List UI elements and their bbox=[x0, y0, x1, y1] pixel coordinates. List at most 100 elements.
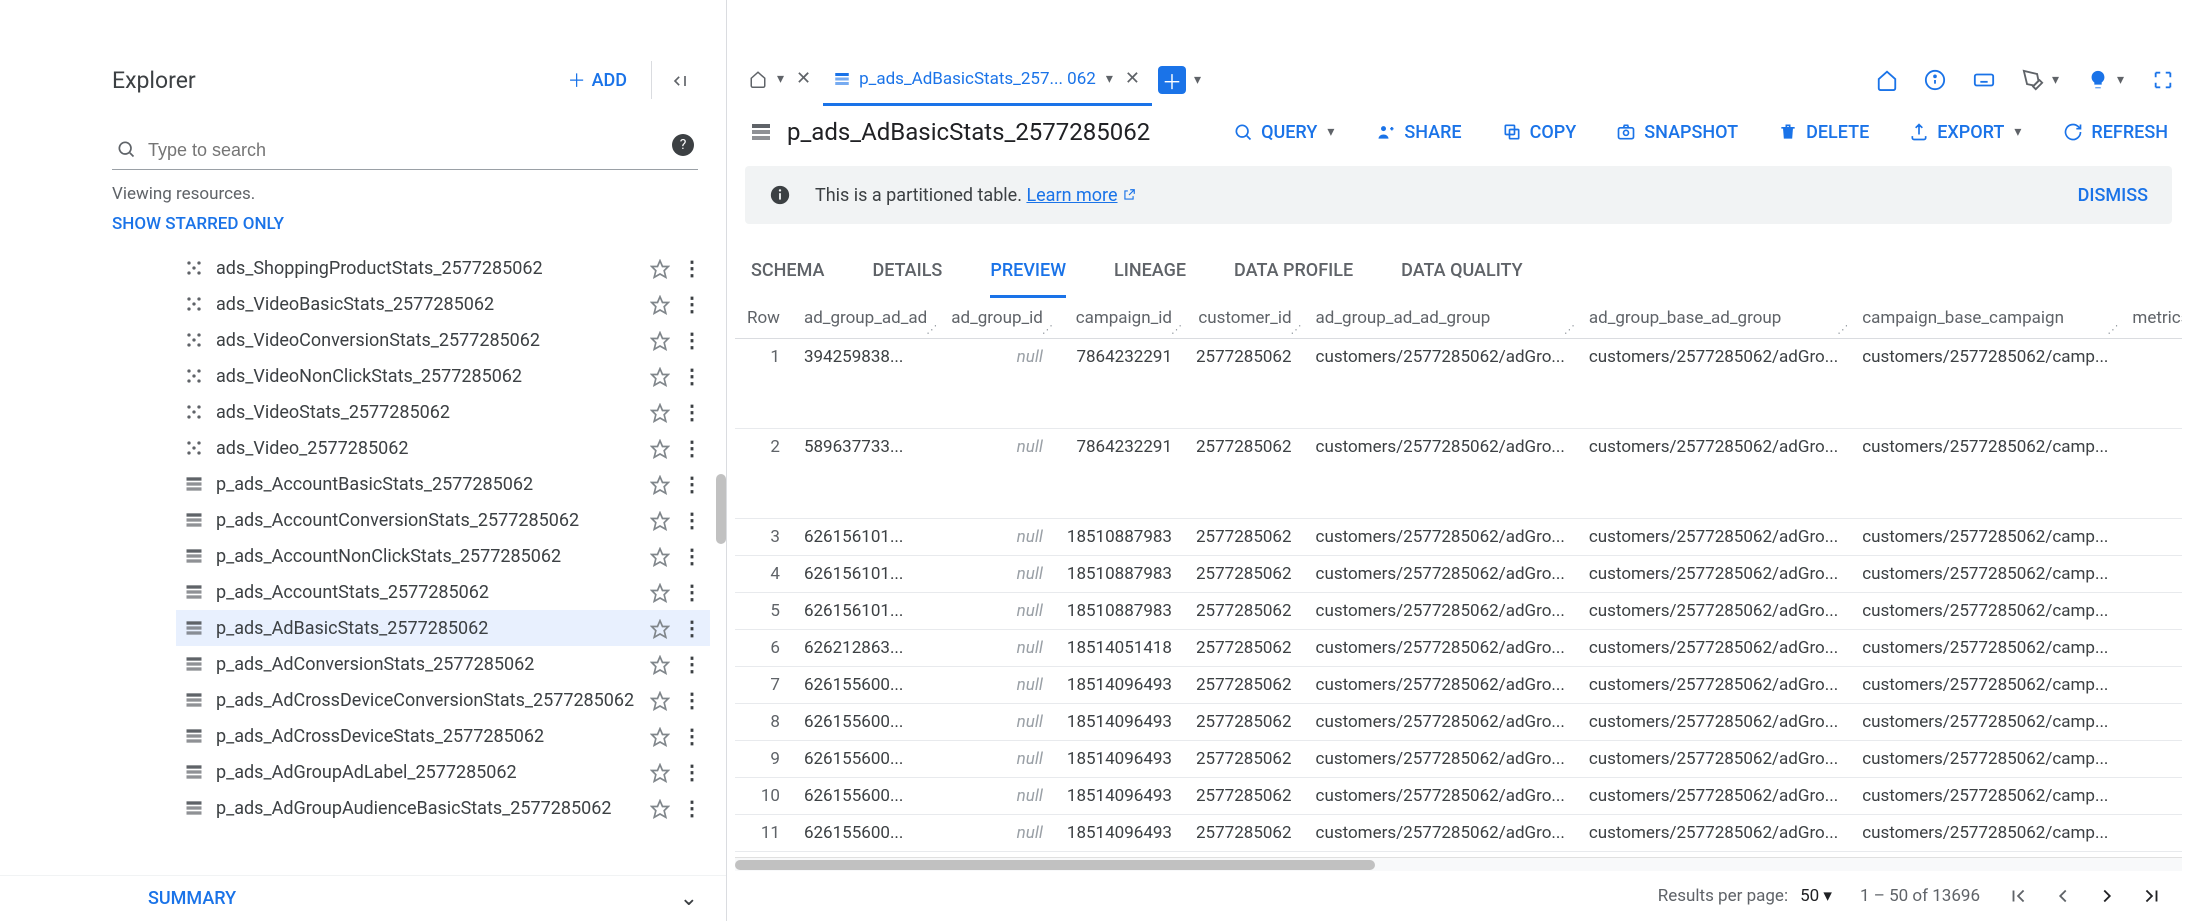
column-header[interactable]: ad_group_ad_ad_group⋰ bbox=[1304, 298, 1577, 339]
next-page-button[interactable] bbox=[2096, 885, 2118, 907]
fullscreen-icon[interactable] bbox=[2148, 65, 2178, 95]
refresh-button[interactable]: REFRESH bbox=[2063, 122, 2168, 143]
more-icon[interactable]: ⋮ bbox=[674, 324, 710, 356]
more-icon[interactable]: ⋮ bbox=[674, 432, 710, 464]
summary-toggle[interactable]: SUMMARY ⌄ bbox=[0, 875, 726, 921]
home-shortcut-icon[interactable] bbox=[1872, 65, 1902, 95]
rpp-select[interactable]: 50 ▾ bbox=[1800, 886, 1832, 906]
tab-preview[interactable]: PREVIEW bbox=[990, 260, 1066, 298]
star-icon[interactable] bbox=[646, 793, 674, 822]
more-icon[interactable]: ⋮ bbox=[674, 648, 710, 680]
star-icon[interactable] bbox=[646, 469, 674, 498]
more-icon[interactable]: ⋮ bbox=[674, 252, 710, 284]
column-header[interactable]: Row bbox=[735, 298, 792, 339]
star-icon[interactable] bbox=[646, 397, 674, 426]
sidebar-item[interactable]: p_ads_AccountConversionStats_2577285062⋮ bbox=[176, 502, 710, 538]
table-row[interactable]: 6626212863...null185140514182577285062cu… bbox=[735, 630, 2182, 667]
star-icon[interactable] bbox=[646, 289, 674, 318]
sidebar-item[interactable]: p_ads_AccountStats_2577285062⋮ bbox=[176, 574, 710, 610]
collapse-panel-button[interactable] bbox=[651, 61, 698, 98]
close-tab-icon[interactable]: ✕ bbox=[1123, 68, 1142, 89]
sidebar-item[interactable]: p_ads_AdGroupAdLabel_2577285062⋮ bbox=[176, 754, 710, 790]
table-row[interactable]: 10626155600...null185140964932577285062c… bbox=[735, 778, 2182, 815]
sidebar-item[interactable]: p_ads_AccountBasicStats_2577285062⋮ bbox=[176, 466, 710, 502]
sidebar-item[interactable]: p_ads_AdCrossDeviceConversionStats_25772… bbox=[176, 682, 710, 718]
caret-down-icon[interactable]: ▾ bbox=[1104, 71, 1115, 87]
table-row[interactable]: 1394259838...null78642322912577285062cus… bbox=[735, 339, 2182, 429]
add-button[interactable]: ＋ ADD bbox=[556, 59, 639, 101]
more-icon[interactable]: ⋮ bbox=[674, 288, 710, 320]
column-header[interactable]: ad_group_id⋰ bbox=[939, 298, 1055, 339]
more-icon[interactable]: ⋮ bbox=[674, 540, 710, 572]
sidebar-item[interactable]: ads_VideoConversionStats_2577285062⋮ bbox=[176, 322, 710, 358]
tab-current-table[interactable]: p_ads_AdBasicStats_257... 062 ▾ ✕ bbox=[823, 54, 1152, 106]
table-row[interactable]: 4626156101...null185108879832577285062cu… bbox=[735, 556, 2182, 593]
scrollbar-thumb[interactable] bbox=[735, 860, 1375, 870]
info-icon[interactable] bbox=[1920, 65, 1950, 95]
scrollbar-thumb[interactable] bbox=[716, 474, 726, 544]
more-icon[interactable]: ⋮ bbox=[674, 756, 710, 788]
resource-tree[interactable]: ads_ShoppingProductStats_2577285062⋮ads_… bbox=[0, 250, 726, 875]
delete-button[interactable]: DELETE bbox=[1778, 122, 1869, 143]
table-row[interactable]: 3626156101...null185108879832577285062cu… bbox=[735, 519, 2182, 556]
more-icon[interactable]: ⋮ bbox=[674, 576, 710, 608]
sidebar-item[interactable]: ads_VideoStats_2577285062⋮ bbox=[176, 394, 710, 430]
tab-home[interactable]: ▾ ✕ bbox=[739, 54, 823, 106]
keyboard-icon[interactable] bbox=[1968, 65, 2000, 95]
column-header[interactable]: customer_id⋰ bbox=[1184, 298, 1304, 339]
column-header[interactable]: metrics_cl⋰ bbox=[2120, 298, 2182, 339]
sidebar-item[interactable]: p_ads_AccountNonClickStats_2577285062⋮ bbox=[176, 538, 710, 574]
star-icon[interactable] bbox=[646, 721, 674, 750]
copy-button[interactable]: COPY bbox=[1502, 122, 1577, 143]
snapshot-button[interactable]: SNAPSHOT bbox=[1616, 122, 1738, 143]
star-icon[interactable] bbox=[646, 433, 674, 462]
more-icon[interactable]: ⋮ bbox=[674, 612, 710, 644]
star-icon[interactable] bbox=[646, 577, 674, 606]
table-row[interactable]: 2589637733...null78642322912577285062cus… bbox=[735, 429, 2182, 519]
new-tab-button[interactable]: ＋ bbox=[1158, 66, 1186, 94]
table-row[interactable]: 11626155600...null185140964932577285062c… bbox=[735, 815, 2182, 852]
star-icon[interactable] bbox=[646, 613, 674, 642]
close-tab-icon[interactable]: ✕ bbox=[794, 68, 813, 89]
sidebar-item[interactable]: p_ads_AdGroupAudienceBasicStats_25772850… bbox=[176, 790, 710, 826]
prev-page-button[interactable] bbox=[2052, 885, 2074, 907]
tab-data-profile[interactable]: DATA PROFILE bbox=[1234, 260, 1353, 298]
search-input[interactable] bbox=[112, 132, 698, 170]
horizontal-scrollbar[interactable] bbox=[735, 857, 2182, 871]
column-header[interactable]: ad_group_ad_ad⋰ bbox=[792, 298, 939, 339]
export-button[interactable]: EXPORT▾ bbox=[1909, 122, 2023, 143]
more-icon[interactable]: ⋮ bbox=[674, 792, 710, 824]
sidebar-item[interactable]: ads_ShoppingProductStats_2577285062⋮ bbox=[176, 250, 710, 286]
sidebar-item[interactable]: ads_VideoNonClickStats_2577285062⋮ bbox=[176, 358, 710, 394]
more-icon[interactable]: ⋮ bbox=[674, 720, 710, 752]
more-icon[interactable]: ⋮ bbox=[674, 360, 710, 392]
sidebar-item[interactable]: p_ads_AdConversionStats_2577285062⋮ bbox=[176, 646, 710, 682]
last-page-button[interactable] bbox=[2140, 885, 2162, 907]
tab-schema[interactable]: SCHEMA bbox=[751, 260, 824, 298]
more-icon[interactable]: ⋮ bbox=[674, 504, 710, 536]
sidebar-item[interactable]: p_ads_AdBasicStats_2577285062⋮ bbox=[176, 610, 710, 646]
table-row[interactable]: 9626155600...null185140964932577285062cu… bbox=[735, 741, 2182, 778]
star-icon[interactable] bbox=[646, 325, 674, 354]
table-row[interactable]: 8626155600...null185140964932577285062cu… bbox=[735, 704, 2182, 741]
idea-icon[interactable]: ▾ bbox=[2083, 65, 2130, 95]
star-icon[interactable] bbox=[646, 361, 674, 390]
share-button[interactable]: SHARE bbox=[1376, 122, 1461, 143]
show-starred-button[interactable]: SHOW STARRED ONLY bbox=[112, 214, 726, 234]
help-icon[interactable]: ? bbox=[672, 134, 694, 156]
preview-table[interactable]: Rowad_group_ad_ad⋰ad_group_id⋰campaign_i… bbox=[735, 298, 2182, 852]
table-row[interactable]: 7626155600...null185140964932577285062cu… bbox=[735, 667, 2182, 704]
query-button[interactable]: QUERY▾ bbox=[1233, 122, 1336, 143]
first-page-button[interactable] bbox=[2008, 885, 2030, 907]
star-icon[interactable] bbox=[646, 541, 674, 570]
tab-data-quality[interactable]: DATA QUALITY bbox=[1401, 260, 1523, 298]
star-icon[interactable] bbox=[646, 685, 674, 714]
tab-details[interactable]: DETAILS bbox=[872, 260, 942, 298]
caret-down-icon[interactable]: ▾ bbox=[775, 71, 786, 87]
format-icon[interactable]: ▾ bbox=[2018, 65, 2065, 95]
sidebar-item[interactable]: ads_VideoBasicStats_2577285062⋮ bbox=[176, 286, 710, 322]
tab-menu-caret[interactable]: ▾ bbox=[1192, 72, 1203, 88]
star-icon[interactable] bbox=[646, 505, 674, 534]
column-header[interactable]: campaign_id⋰ bbox=[1055, 298, 1184, 339]
learn-more-link[interactable]: Learn more bbox=[1026, 185, 1135, 206]
